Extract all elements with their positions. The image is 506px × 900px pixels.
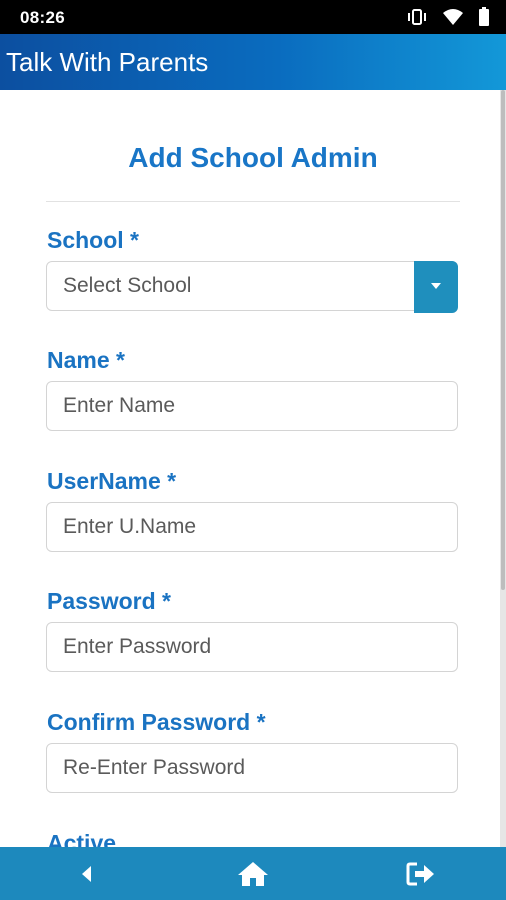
back-button[interactable] bbox=[66, 857, 106, 891]
school-select[interactable]: Select School bbox=[46, 261, 458, 313]
school-label: School * bbox=[47, 227, 140, 253]
home-button[interactable] bbox=[233, 857, 273, 891]
bottom-nav bbox=[0, 847, 506, 900]
confirm-password-input-placeholder: Re-Enter Password bbox=[63, 756, 246, 779]
status-time: 08:26 bbox=[20, 8, 65, 27]
home-icon bbox=[238, 862, 268, 886]
title-divider bbox=[46, 201, 460, 202]
wifi-icon bbox=[442, 8, 464, 31]
password-input[interactable]: Enter Password bbox=[46, 622, 458, 672]
school-dropdown-button[interactable] bbox=[414, 261, 458, 313]
username-label: UserName * bbox=[47, 468, 177, 494]
confirm-password-input[interactable]: Re-Enter Password bbox=[46, 743, 458, 793]
username-input-placeholder: Enter U.Name bbox=[63, 515, 197, 538]
vibrate-icon bbox=[406, 8, 428, 31]
scrollbar[interactable] bbox=[500, 90, 506, 847]
password-label: Password * bbox=[47, 588, 171, 614]
app-bar: Talk With Parents bbox=[0, 34, 506, 90]
chevron-down-icon bbox=[431, 283, 441, 289]
username-input[interactable]: Enter U.Name bbox=[46, 502, 458, 552]
password-input-placeholder: Enter Password bbox=[63, 635, 212, 658]
logout-button[interactable] bbox=[401, 857, 441, 891]
confirm-password-label: Confirm Password * bbox=[47, 709, 266, 735]
form-content: Add School Admin School * Select School … bbox=[0, 90, 500, 847]
battery-icon bbox=[478, 7, 490, 32]
page-title: Add School Admin bbox=[128, 142, 378, 173]
status-bar: 08:26 bbox=[0, 0, 506, 34]
scrollbar-thumb[interactable] bbox=[501, 90, 505, 590]
status-icons bbox=[406, 7, 490, 32]
back-icon bbox=[82, 866, 91, 882]
app-title: Talk With Parents bbox=[6, 47, 209, 77]
school-select-value: Select School bbox=[63, 274, 192, 297]
name-input-placeholder: Enter Name bbox=[63, 394, 176, 417]
name-label: Name * bbox=[47, 347, 125, 373]
name-input[interactable]: Enter Name bbox=[46, 381, 458, 431]
active-label: Active bbox=[47, 830, 117, 847]
logout-icon bbox=[406, 862, 434, 886]
